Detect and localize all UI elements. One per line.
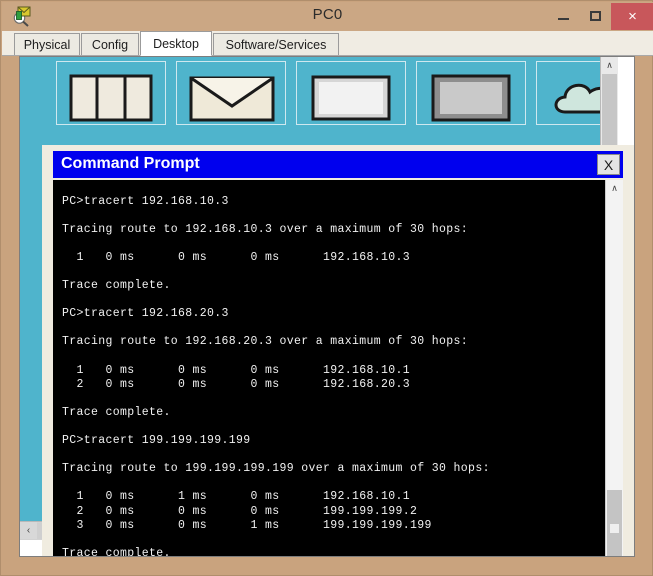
close-button[interactable]: ×	[611, 3, 653, 30]
desktop-tile-2[interactable]	[176, 61, 286, 125]
tab-physical[interactable]: Physical	[14, 33, 80, 55]
terminal-vertical-scrollbar[interactable]: ∧ ∨	[605, 180, 623, 556]
desktop-panel: ∧ ∨ ‹ › Command Prompt X	[19, 56, 635, 557]
tab-config[interactable]: Config	[81, 33, 139, 55]
command-prompt-window: Command Prompt X PC>tracert 192.168.10.3…	[42, 145, 634, 557]
tab-desktop[interactable]: Desktop	[140, 31, 212, 56]
window-title-bar: PC0 ×	[2, 2, 653, 31]
maximize-icon	[579, 3, 611, 29]
tab-software-services[interactable]: Software/Services	[213, 33, 339, 55]
monitor-dark-tile-icon	[427, 72, 517, 122]
terminal-output-area[interactable]: PC>tracert 192.168.10.3 Tracing route to…	[53, 180, 606, 557]
tab-label: Desktop	[153, 36, 199, 51]
minimize-icon	[547, 3, 579, 29]
scrollbar-grip	[610, 524, 619, 533]
scrollbar-thumb[interactable]	[607, 490, 622, 556]
tab-label: Config	[91, 37, 129, 52]
windows-tile-icon	[67, 72, 157, 122]
scroll-up-icon[interactable]: ∧	[601, 57, 618, 74]
monitor-tile-icon	[307, 72, 397, 122]
envelope-tile-icon	[187, 72, 277, 122]
command-prompt-close-button[interactable]: X	[597, 154, 620, 175]
application-window: PC0 × Physical Config Desktop Software/S…	[0, 0, 653, 576]
command-prompt-title: Command Prompt	[61, 155, 200, 172]
maximize-button[interactable]	[579, 3, 611, 29]
minimize-button[interactable]	[547, 3, 579, 29]
scroll-up-icon[interactable]: ∧	[606, 180, 623, 197]
scroll-left-icon[interactable]: ‹	[20, 522, 37, 539]
desktop-tile-3[interactable]	[296, 61, 406, 125]
desktop-tile-1[interactable]	[56, 61, 166, 125]
command-prompt-body: PC>tracert 192.168.10.3 Tracing route to…	[53, 180, 623, 557]
tab-label: Software/Services	[225, 37, 327, 52]
terminal-output-text: PC>tracert 192.168.10.3 Tracing route to…	[62, 194, 490, 557]
tab-strip: Physical Config Desktop Software/Service…	[2, 31, 653, 56]
desktop-tile-4[interactable]	[416, 61, 526, 125]
command-prompt-title-bar[interactable]: Command Prompt X	[53, 151, 623, 178]
close-icon: ×	[628, 8, 637, 25]
tab-label: Physical	[23, 37, 71, 52]
